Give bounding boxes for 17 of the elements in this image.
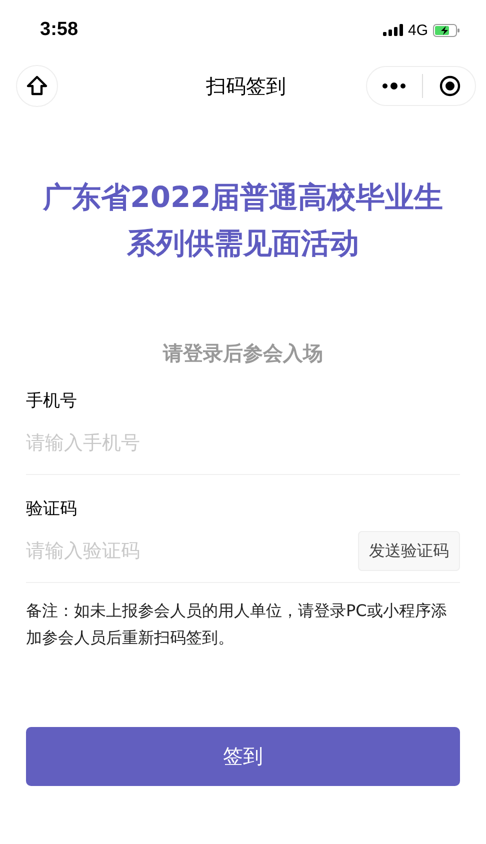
more-icon[interactable] [380, 82, 407, 90]
login-prompt: 请登录后参会入场 [162, 340, 324, 367]
send-code-button[interactable]: 发送验证码 [358, 531, 460, 571]
field-label: 手机号 [26, 390, 78, 412]
close-icon[interactable] [439, 75, 462, 97]
field-label: 验证码 [26, 498, 78, 520]
battery-icon [433, 24, 460, 36]
network-label: 4G [408, 22, 428, 38]
signal-icon [382, 24, 403, 36]
event-title: 广东省2022届普通高校毕业生 [42, 179, 444, 216]
home-icon [26, 75, 48, 97]
note-text: 备注：如未上报参会人员的用人单位，请登录PC或小程序添加参会人员后重新扫码签到。 [26, 600, 448, 649]
home-button[interactable] [16, 65, 58, 107]
page-title: 扫码签到 [206, 72, 286, 100]
sign-in-button[interactable]: 签到 [26, 727, 460, 786]
status-time: 3:58 [40, 19, 78, 41]
event-title: 系列供需见面活动 [126, 225, 360, 262]
